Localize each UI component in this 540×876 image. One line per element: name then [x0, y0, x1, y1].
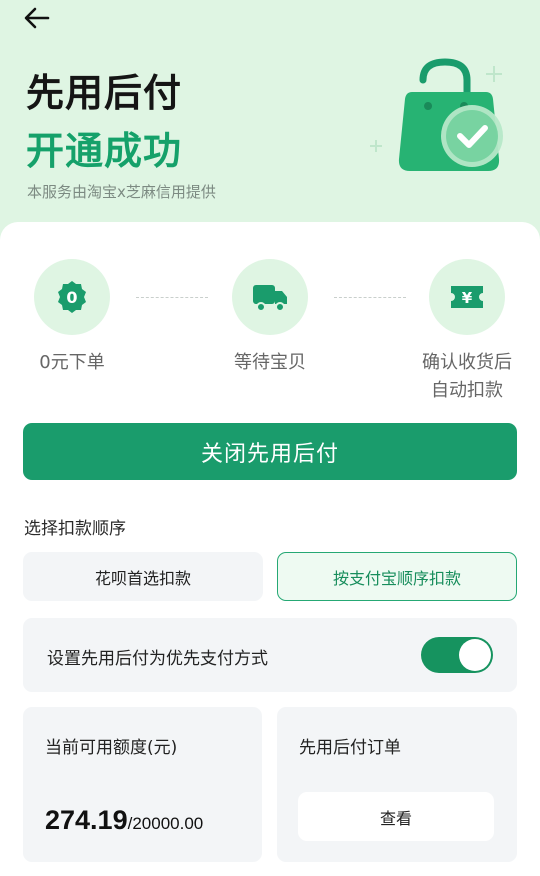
step-zero-order: 0 0元下单	[0, 259, 152, 377]
credit-total: 20000.00	[132, 814, 204, 833]
toggle-knob	[459, 639, 491, 671]
hero-banner: 先用后付 开通成功 本服务由淘宝x芝麻信用提供	[0, 0, 540, 240]
credit-amount: 274.19/20000.00	[45, 805, 203, 836]
preferred-payment-label: 设置先用后付为优先支付方式	[47, 649, 268, 669]
yuan-ticket-icon: ¥	[451, 286, 483, 308]
deduction-order-label: 选择扣款顺序	[24, 519, 126, 539]
credit-available: 274.19	[45, 805, 128, 835]
back-button[interactable]	[22, 4, 52, 32]
option-huabei-first[interactable]: 花呗首选扣款	[23, 552, 263, 601]
step-label: 等待宝贝	[234, 352, 306, 373]
credit-panel: 当前可用额度(元) 274.19/20000.00	[23, 707, 262, 862]
view-orders-button[interactable]: 查看	[298, 792, 494, 841]
arrow-left-icon	[24, 7, 50, 29]
step-label-line1: 确认收货后	[422, 352, 512, 373]
yuan-ticket-text: ¥	[462, 289, 473, 307]
step-label: 确认收货后 自动扣款	[387, 349, 540, 405]
step-icon-circle: ¥	[429, 259, 505, 335]
zero-badge-icon: 0	[58, 281, 86, 313]
preferred-payment-row: 设置先用后付为优先支付方式	[23, 618, 517, 692]
orders-title: 先用后付订单	[299, 738, 401, 758]
page-title: 先用后付	[26, 71, 183, 115]
close-pay-later-button[interactable]: 关闭先用后付	[23, 423, 517, 480]
step-label-line2: 自动扣款	[431, 380, 503, 401]
step-wait-item: 等待宝贝	[190, 259, 350, 377]
provider-note: 本服务由淘宝x芝麻信用提供	[27, 183, 216, 201]
step-label: 0元下单	[39, 352, 105, 373]
truck-icon	[253, 285, 287, 312]
step-auto-deduct: ¥ 确认收货后 自动扣款	[387, 259, 540, 405]
step-icon-circle: 0	[34, 259, 110, 335]
preferred-payment-toggle[interactable]	[421, 637, 493, 673]
zero-badge-text: 0	[66, 288, 77, 307]
step-icon-circle	[232, 259, 308, 335]
credit-title: 当前可用额度(元)	[45, 738, 178, 758]
success-subtitle: 开通成功	[26, 129, 183, 173]
orders-panel: 先用后付订单 查看	[277, 707, 517, 862]
shopping-bag-check-icon	[370, 58, 503, 171]
option-alipay-order[interactable]: 按支付宝顺序扣款	[277, 552, 517, 601]
